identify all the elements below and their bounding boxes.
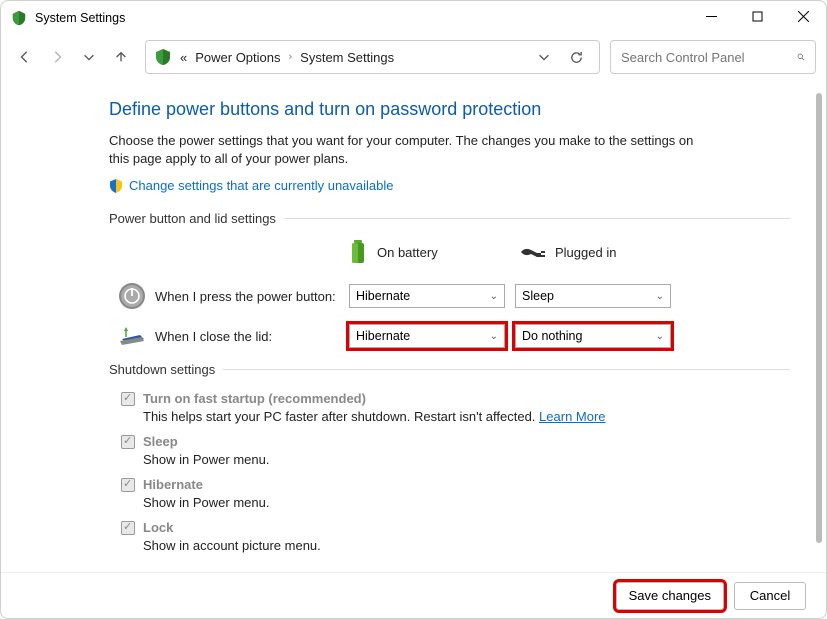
breadcrumb-prefix: « bbox=[180, 50, 187, 65]
power-button-icon bbox=[118, 282, 146, 310]
breadcrumb-parent[interactable]: Power Options bbox=[195, 50, 280, 65]
refresh-button[interactable] bbox=[561, 42, 591, 72]
close-lid-row: When I close the lid: Hibernate ⌄ Do not… bbox=[109, 324, 790, 348]
change-settings-row: Change settings that are currently unava… bbox=[109, 178, 790, 193]
change-settings-link[interactable]: Change settings that are currently unava… bbox=[129, 178, 394, 193]
search-input[interactable] bbox=[621, 50, 797, 65]
power-table: On battery Plugged in When I press the p… bbox=[109, 240, 790, 348]
sleep-item: Sleep Show in Power menu. bbox=[121, 434, 790, 467]
chevron-down-icon: ⌄ bbox=[656, 331, 664, 342]
shutdown-section-label: Shutdown settings bbox=[109, 362, 790, 377]
breadcrumb-sep: › bbox=[289, 51, 293, 63]
shutdown-list: Turn on fast startup (recommended) This … bbox=[121, 391, 790, 553]
chevron-down-icon: ⌄ bbox=[490, 331, 498, 342]
power-button-label: When I press the power button: bbox=[155, 289, 349, 304]
power-button-battery-dropdown[interactable]: Hibernate ⌄ bbox=[349, 284, 505, 308]
app-icon bbox=[11, 10, 27, 26]
close-lid-label: When I close the lid: bbox=[155, 329, 349, 344]
plug-icon bbox=[519, 245, 545, 259]
close-lid-battery-dropdown[interactable]: Hibernate ⌄ bbox=[349, 324, 505, 348]
sleep-desc: Show in Power menu. bbox=[143, 452, 790, 467]
sleep-checkbox bbox=[121, 435, 135, 449]
hibernate-item: Hibernate Show in Power menu. bbox=[121, 477, 790, 510]
lock-desc: Show in account picture menu. bbox=[143, 538, 790, 553]
page-description: Choose the power settings that you want … bbox=[109, 132, 699, 168]
learn-more-link[interactable]: Learn More bbox=[539, 409, 605, 424]
dropdown-value: Hibernate bbox=[356, 289, 410, 303]
power-button-row: When I press the power button: Hibernate… bbox=[109, 282, 790, 310]
power-button-plugged-dropdown[interactable]: Sleep ⌄ bbox=[515, 284, 671, 308]
control-panel-icon bbox=[154, 48, 172, 66]
dropdown-value: Sleep bbox=[522, 289, 554, 303]
cancel-button[interactable]: Cancel bbox=[734, 582, 806, 610]
window-controls bbox=[688, 1, 826, 31]
lock-item: Lock Show in account picture menu. bbox=[121, 520, 790, 553]
col-battery-label: On battery bbox=[377, 245, 438, 260]
hibernate-checkbox bbox=[121, 478, 135, 492]
save-button[interactable]: Save changes bbox=[616, 582, 724, 610]
nav-row: « Power Options › System Settings bbox=[1, 35, 826, 79]
shutdown-section-title: Shutdown settings bbox=[109, 362, 215, 377]
col-battery: On battery bbox=[349, 240, 509, 264]
footer: Save changes Cancel bbox=[1, 572, 826, 618]
lock-checkbox bbox=[121, 521, 135, 535]
fast-startup-checkbox bbox=[121, 392, 135, 406]
chevron-down-icon: ⌄ bbox=[656, 291, 664, 302]
recent-dropdown-button[interactable] bbox=[75, 43, 103, 71]
search-icon bbox=[797, 50, 805, 64]
address-dropdown-button[interactable] bbox=[535, 43, 553, 71]
dropdown-value: Do nothing bbox=[522, 329, 582, 343]
scrollbar[interactable] bbox=[816, 93, 822, 543]
forward-button[interactable] bbox=[43, 43, 71, 71]
hibernate-title: Hibernate bbox=[143, 477, 203, 492]
laptop-lid-icon bbox=[118, 325, 146, 347]
power-section-label: Power button and lid settings bbox=[109, 211, 790, 226]
dropdown-value: Hibernate bbox=[356, 329, 410, 343]
col-plugged-label: Plugged in bbox=[555, 245, 616, 260]
content-area: Define power buttons and turn on passwor… bbox=[1, 79, 826, 572]
close-lid-plugged-dropdown[interactable]: Do nothing ⌄ bbox=[515, 324, 671, 348]
battery-icon bbox=[349, 240, 367, 264]
breadcrumb-current[interactable]: System Settings bbox=[300, 50, 394, 65]
fast-startup-title: Turn on fast startup (recommended) bbox=[143, 391, 366, 406]
fast-startup-item: Turn on fast startup (recommended) This … bbox=[121, 391, 790, 424]
fast-startup-desc: This helps start your PC faster after sh… bbox=[143, 409, 790, 424]
sleep-title: Sleep bbox=[143, 434, 178, 449]
chevron-down-icon: ⌄ bbox=[490, 291, 498, 302]
power-section-title: Power button and lid settings bbox=[109, 211, 276, 226]
lock-title: Lock bbox=[143, 520, 173, 535]
address-bar[interactable]: « Power Options › System Settings bbox=[145, 40, 600, 74]
titlebar: System Settings bbox=[1, 1, 826, 35]
back-button[interactable] bbox=[11, 43, 39, 71]
minimize-button[interactable] bbox=[688, 1, 734, 31]
shield-icon bbox=[109, 179, 123, 193]
col-plugged: Plugged in bbox=[519, 240, 679, 264]
maximize-button[interactable] bbox=[734, 1, 780, 31]
window-title: System Settings bbox=[35, 11, 125, 25]
page-heading: Define power buttons and turn on passwor… bbox=[109, 99, 790, 120]
search-box[interactable] bbox=[610, 40, 816, 74]
up-button[interactable] bbox=[107, 43, 135, 71]
hibernate-desc: Show in Power menu. bbox=[143, 495, 790, 510]
close-button[interactable] bbox=[780, 1, 826, 31]
